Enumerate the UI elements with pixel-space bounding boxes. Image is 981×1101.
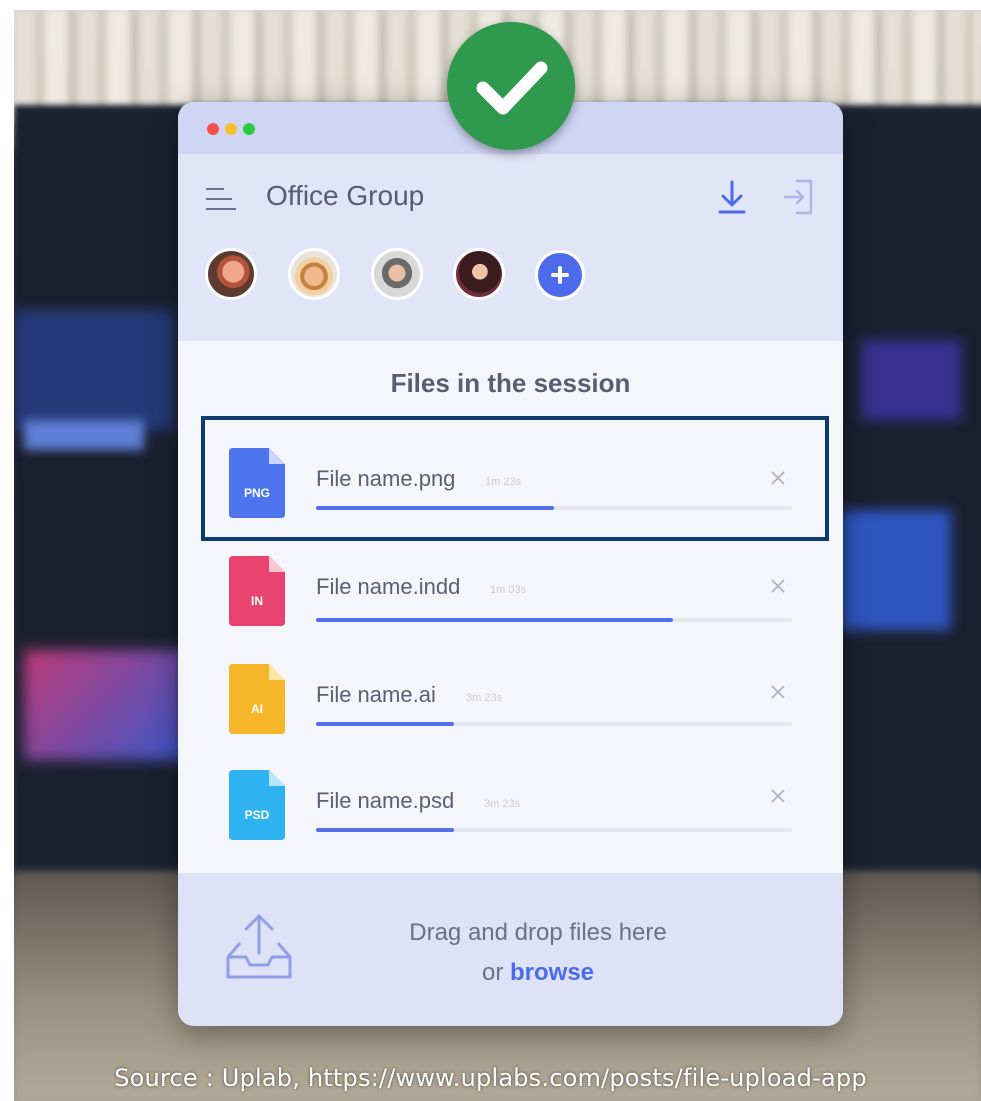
browse-link[interactable]: browse [510, 959, 594, 986]
minimize-window-button[interactable] [225, 123, 237, 135]
upload-progress-bar [316, 618, 792, 622]
file-type-badge: AI [251, 702, 263, 716]
file-row-psd[interactable]: PSD File name.psd 3m 23s [178, 770, 843, 870]
upload-progress-bar [316, 828, 792, 832]
file-time-remaining: 3m 23s [466, 692, 503, 704]
file-name: File name.psd [316, 788, 455, 813]
member-avatar-2[interactable] [288, 248, 340, 300]
remove-file-icon[interactable] [770, 578, 786, 594]
drop-line-2: or browse [481, 959, 595, 986]
upload-progress-fill [316, 618, 673, 622]
member-avatar-3[interactable] [371, 248, 423, 300]
selected-file-highlight [201, 416, 829, 541]
file-name: File name.ai [316, 682, 436, 707]
member-avatar-1[interactable] [205, 248, 257, 300]
close-window-button[interactable] [207, 123, 219, 135]
member-avatar-4[interactable] [453, 248, 505, 300]
exit-session-icon[interactable] [782, 178, 814, 216]
menu-icon[interactable] [206, 188, 236, 210]
file-row-indd[interactable]: IN File name.indd 1m 03s [178, 556, 843, 656]
success-check-icon [447, 22, 575, 150]
file-type-badge: PSD [244, 808, 270, 822]
group-title: Office Group [266, 180, 425, 211]
file-name: File name.indd [316, 574, 461, 599]
remove-file-icon[interactable] [770, 684, 786, 700]
upload-progress-bar [316, 722, 792, 726]
drop-zone[interactable]: Drag and drop files here or browse [178, 873, 843, 1026]
file-time-remaining: 1m 03s [490, 584, 527, 596]
drop-instructions: Drag and drop files here or browse [358, 913, 718, 993]
file-row-ai[interactable]: AI File name.ai 3m 23s [178, 664, 843, 764]
upload-tray-icon [226, 914, 292, 979]
add-member-button[interactable] [535, 250, 585, 300]
upload-progress-fill [316, 722, 455, 726]
file-time-remaining: 3m 23s [484, 798, 521, 810]
download-icon[interactable] [717, 180, 747, 216]
remove-file-icon[interactable] [770, 788, 786, 804]
files-section-title: Files in the session [390, 368, 631, 398]
file-type-badge: IN [251, 594, 263, 608]
source-caption: Source : Uplab, https://www.uplabs.com/p… [114, 1064, 867, 1092]
file-upload-window: Office Group Files in the session PNG Fi… [178, 102, 843, 1026]
upload-progress-fill [316, 828, 455, 832]
maximize-window-button[interactable] [243, 123, 255, 135]
drop-line-1: Drag and drop files here [409, 919, 667, 946]
